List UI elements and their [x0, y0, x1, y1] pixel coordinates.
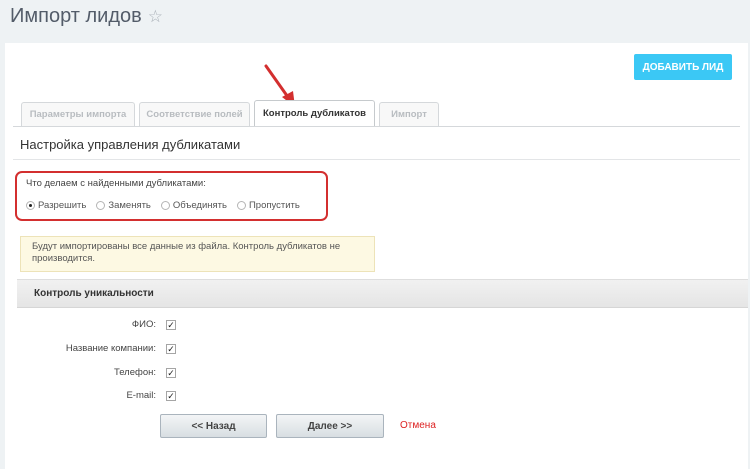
tab-duplicate-control[interactable]: Контроль дубликатов: [254, 100, 375, 126]
radio-replace-label: Заменять: [108, 200, 151, 211]
star-icon[interactable]: ☆: [148, 7, 163, 27]
import-tabs: Параметры импорта Соответствие полей Кон…: [21, 100, 439, 126]
field-label-email: E-mail:: [126, 390, 156, 401]
cancel-link[interactable]: Отмена: [400, 420, 436, 431]
radio-allow[interactable]: Разрешить: [26, 200, 86, 211]
field-row-fio: ФИО: ✓: [5, 319, 185, 333]
page-title: Импорт лидов ☆: [10, 5, 163, 28]
field-row-company: Название компании: ✓: [5, 343, 185, 357]
checkbox-email[interactable]: ✓: [166, 391, 176, 401]
page-title-text: Импорт лидов: [10, 5, 142, 27]
radio-replace[interactable]: Заменять: [96, 200, 151, 211]
radio-skip-circle[interactable]: [236, 201, 246, 210]
tab-import[interactable]: Импорт: [379, 102, 439, 126]
next-button[interactable]: Далее >>: [276, 414, 384, 438]
duplicate-options-box: Что делаем с найденными дубликатами: Раз…: [15, 171, 328, 221]
radio-allow-label: Разрешить: [38, 200, 87, 211]
tab-field-mapping[interactable]: Соответствие полей: [139, 102, 250, 126]
uniqueness-header: Контроль уникальности: [17, 279, 748, 308]
duplicate-radio-group: Разрешить Заменять Объединять Пропустить: [26, 200, 300, 211]
main-panel: ДОБАВИТЬ ЛИД Параметры импорта Соответст…: [5, 43, 748, 469]
field-label-fio: ФИО:: [131, 319, 156, 330]
back-button[interactable]: << Назад: [160, 414, 267, 438]
checkbox-fio[interactable]: ✓: [166, 320, 176, 330]
field-row-email: E-mail: ✓: [5, 390, 185, 404]
checkbox-phone[interactable]: ✓: [166, 368, 176, 378]
checkbox-company[interactable]: ✓: [166, 344, 176, 354]
radio-skip[interactable]: Пропустить: [236, 200, 300, 211]
duplicate-question: Что делаем с найденными дубликатами:: [26, 178, 206, 189]
radio-replace-circle[interactable]: [96, 201, 106, 210]
field-row-phone: Телефон: ✓: [5, 367, 185, 381]
tab-import-params[interactable]: Параметры импорта: [21, 102, 135, 126]
radio-merge-circle[interactable]: [160, 201, 170, 210]
tabs-divider: [13, 126, 740, 127]
radio-merge-label: Объединять: [172, 200, 227, 211]
radio-merge[interactable]: Объединять: [160, 200, 227, 211]
section-title: Настройка управления дубликатами: [20, 137, 241, 152]
radio-skip-label: Пропустить: [248, 200, 300, 211]
section-divider: [13, 159, 740, 160]
info-notice: Будут импортированы все данные из файла.…: [20, 236, 375, 272]
field-label-company: Название компании:: [65, 343, 156, 354]
add-lead-button[interactable]: ДОБАВИТЬ ЛИД: [634, 54, 732, 80]
field-label-phone: Телефон:: [113, 367, 156, 378]
radio-allow-circle[interactable]: [26, 201, 35, 210]
